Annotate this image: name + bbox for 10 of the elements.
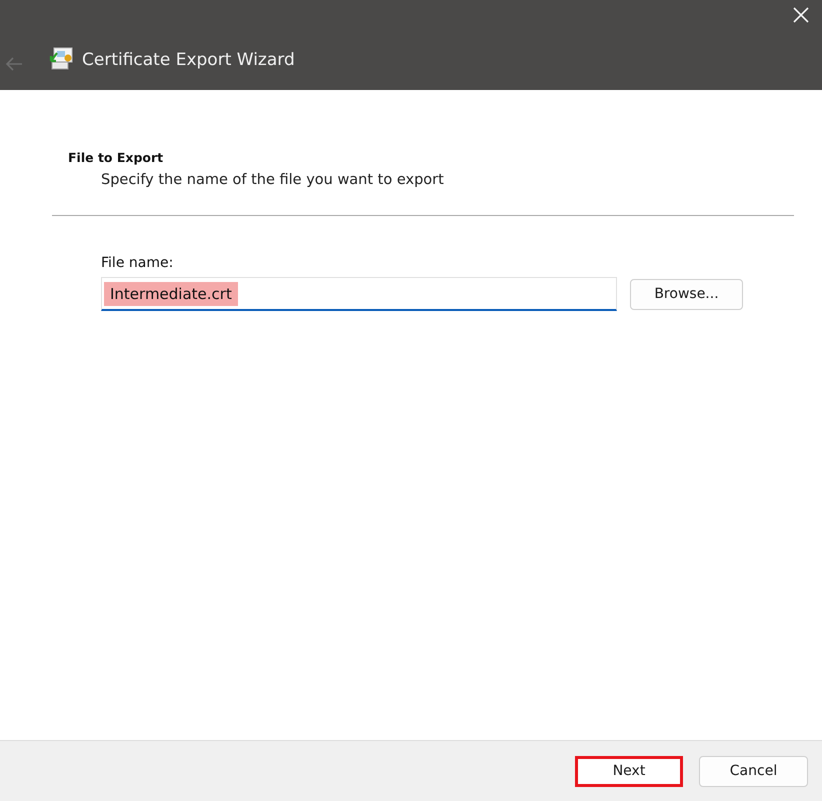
next-button[interactable]: Next (575, 756, 683, 786)
certificate-icon (48, 47, 74, 71)
page-description: Specify the name of the file you want to export (101, 172, 445, 188)
window-title: Certificate Export Wizard (82, 49, 295, 71)
page-heading: File to Export (68, 150, 164, 165)
browse-button[interactable]: Browse... (630, 278, 743, 310)
file-name-field[interactable]: Intermediate.crt (101, 277, 617, 311)
close-icon[interactable] (792, 6, 810, 24)
field-label: File name: (101, 255, 174, 271)
cancel-button[interactable]: Cancel (699, 756, 808, 786)
